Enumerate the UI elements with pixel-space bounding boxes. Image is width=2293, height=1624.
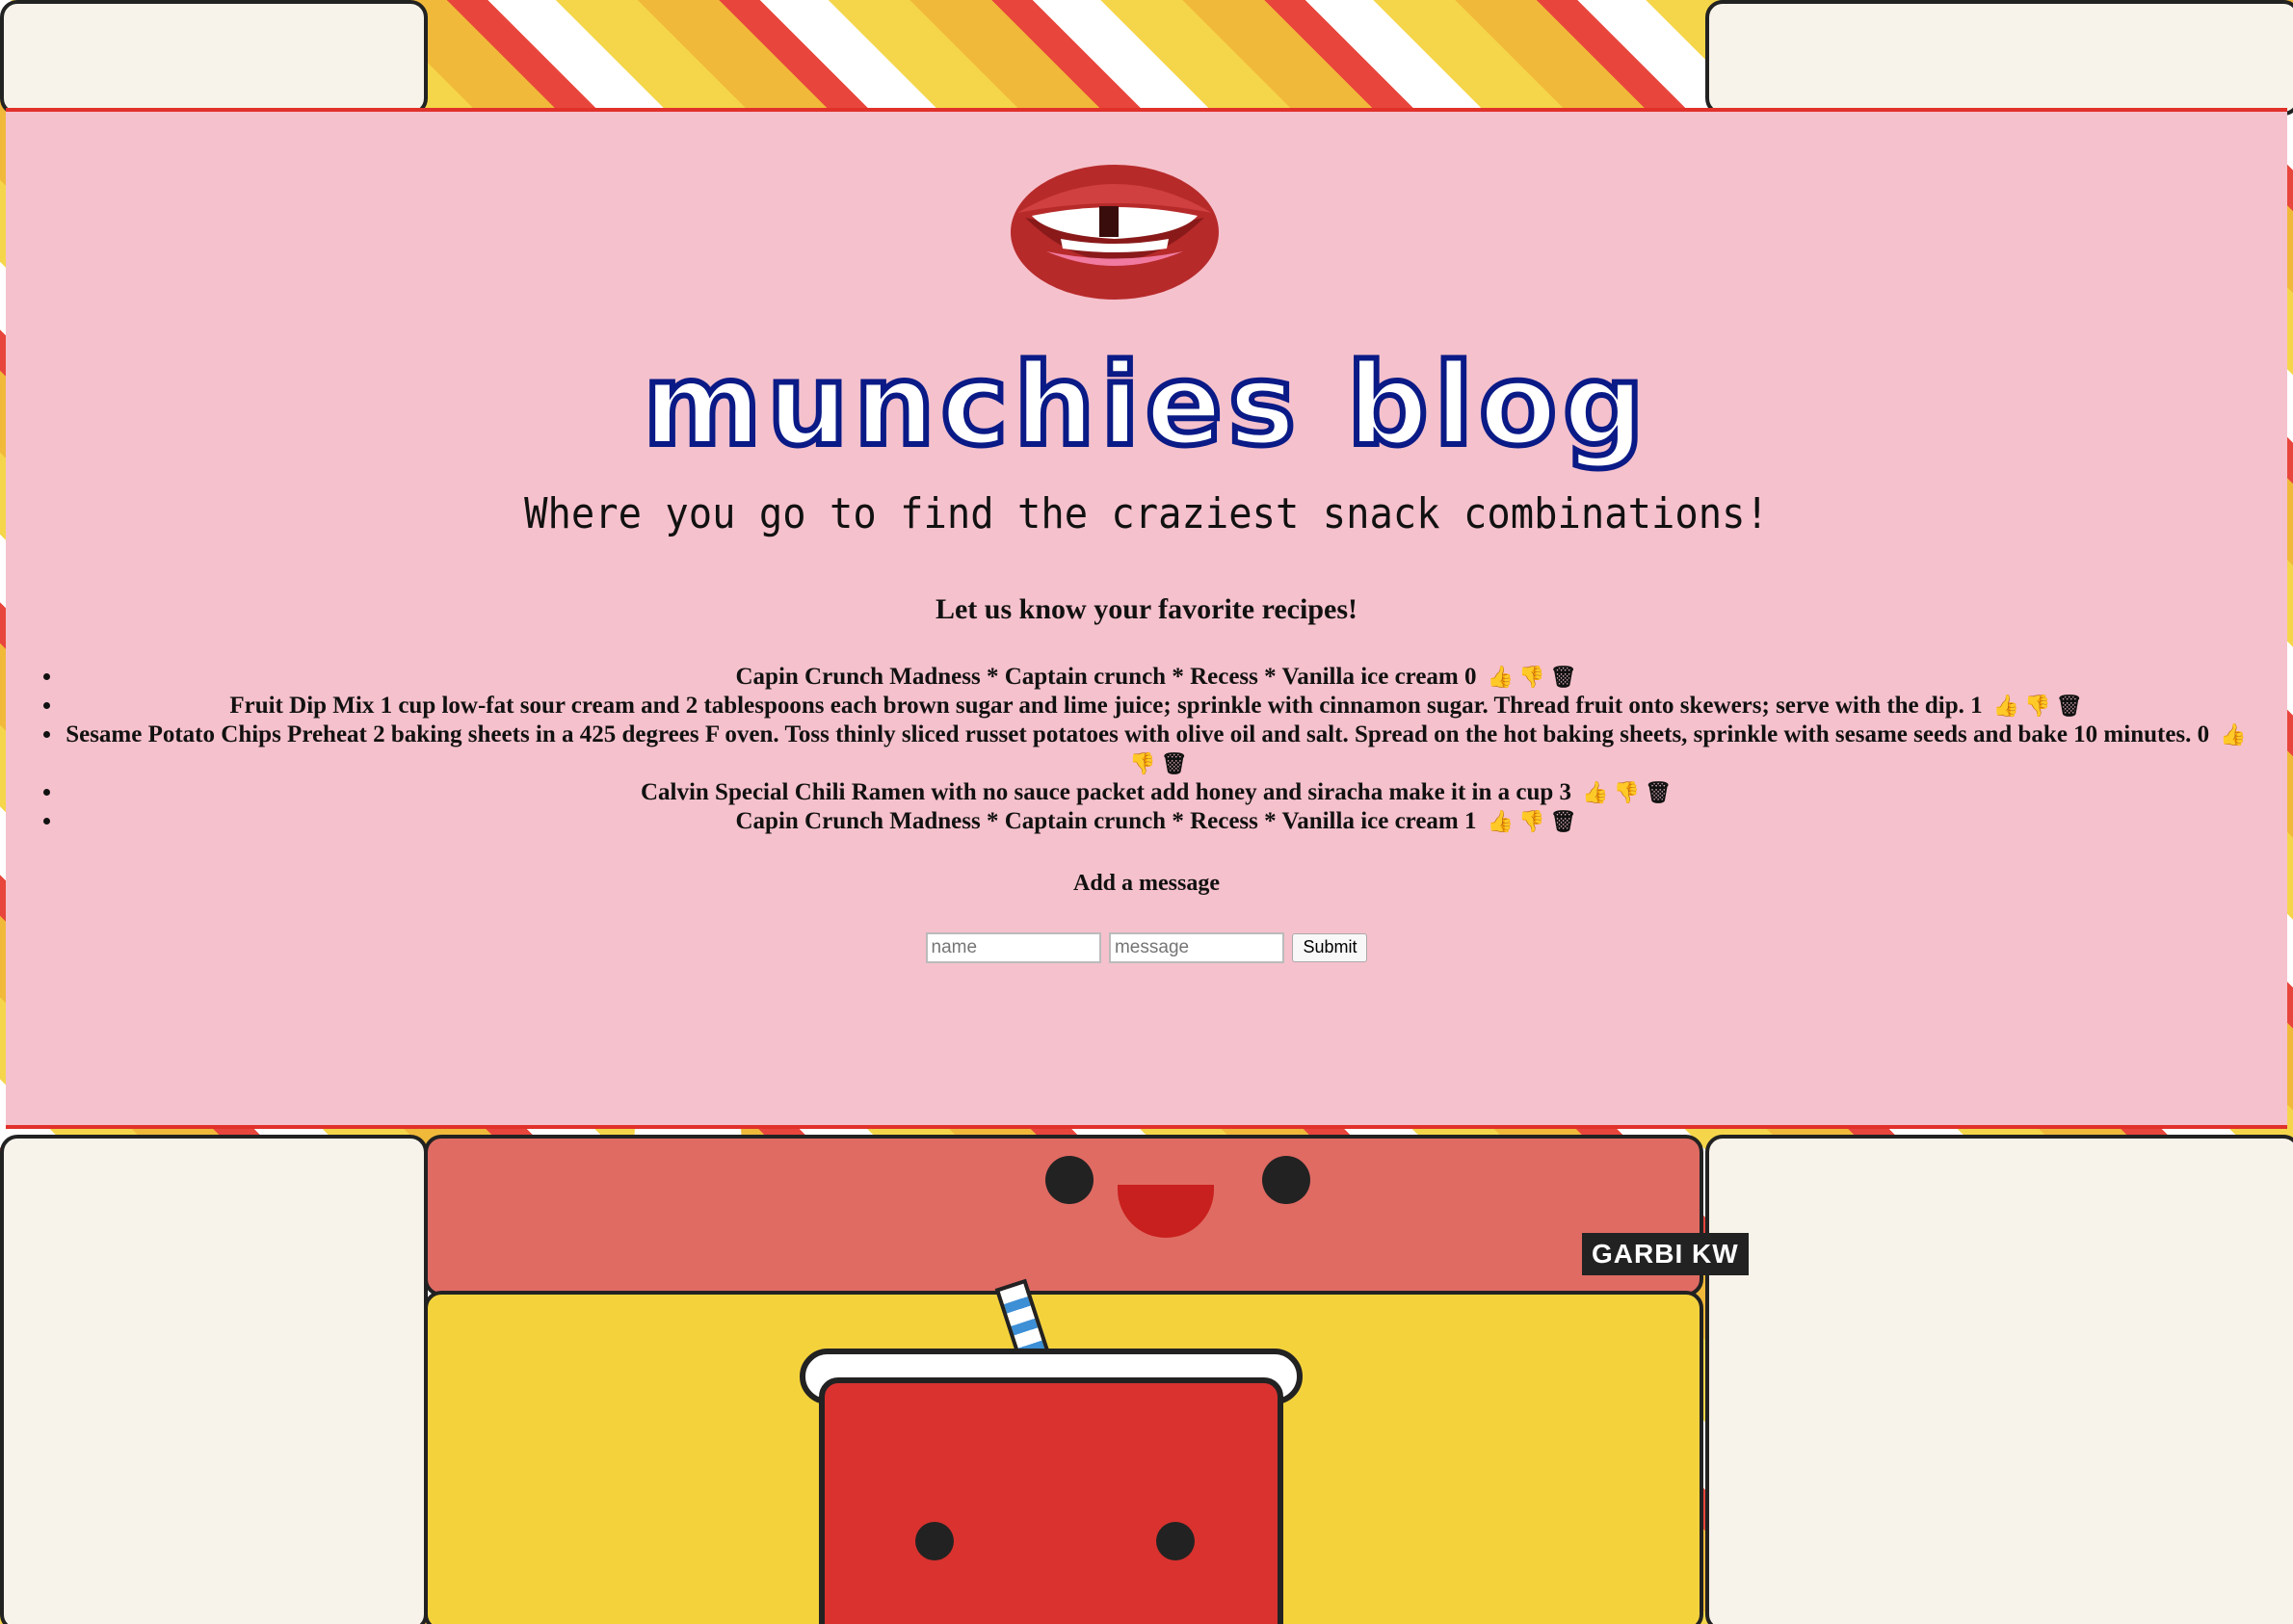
background-panel (1705, 1135, 2293, 1624)
page-subtitle: Where you go to find the craziest snack … (524, 489, 1769, 538)
submit-button[interactable]: Submit (1292, 932, 1368, 962)
recipe-text: Capin Crunch Madness * Captain crunch * … (735, 808, 1459, 834)
background-panel (1705, 0, 2293, 116)
recipe-item: Sesame Potato Chips Preheat 2 baking she… (64, 720, 2249, 778)
thumbs-down-icon[interactable]: 👎 (1518, 807, 1544, 836)
vote-count: 0 (2197, 721, 2210, 747)
cartoon-eye (915, 1522, 954, 1560)
add-message-heading: Add a message (1072, 871, 1220, 896)
thumbs-up-icon[interactable]: 👍 (1488, 663, 1514, 692)
recipe-text: Sesame Potato Chips Preheat 2 baking she… (66, 721, 2192, 747)
name-input[interactable] (925, 932, 1101, 963)
cartoon-eye (1262, 1156, 1310, 1204)
thumbs-up-icon[interactable]: 👍 (2220, 720, 2246, 749)
recipes-heading: Let us know your favorite recipes! (935, 593, 1358, 625)
recipe-item: Calvin Special Chili Ramen with no sauce… (64, 778, 2249, 807)
cartoon-eye (1045, 1156, 1094, 1204)
thumbs-up-icon[interactable]: 👍 (1582, 778, 1608, 807)
lips-logo-icon (1011, 165, 1219, 300)
thumbs-down-icon[interactable]: 👎 (2024, 692, 2050, 720)
vote-count: 0 (1464, 664, 1477, 690)
thumbs-down-icon[interactable]: 👎 (1518, 663, 1544, 692)
recipe-list: Capin Crunch Madness * Captain crunch * … (6, 663, 2287, 836)
message-input[interactable] (1108, 932, 1284, 963)
main-panel: Munchies Blog Where you go to find the c… (6, 108, 2287, 1129)
background-panel (0, 1135, 428, 1624)
vote-count: 1 (1464, 808, 1477, 834)
recipe-text: Capin Crunch Madness * Captain crunch * … (735, 664, 1459, 690)
recipe-item: Fruit Dip Mix 1 cup low-fat sour cream a… (64, 692, 2249, 720)
thumbs-up-icon[interactable]: 👍 (1993, 692, 2019, 720)
background-panel (0, 0, 428, 116)
trash-icon[interactable]: 🗑 (1645, 778, 1672, 807)
trash-icon[interactable]: 🗑 (2056, 692, 2083, 720)
watermark: GARBI KW (1582, 1233, 1749, 1275)
recipe-item: Capin Crunch Madness * Captain crunch * … (64, 663, 2249, 692)
recipe-text: Fruit Dip Mix 1 cup low-fat sour cream a… (229, 693, 1964, 719)
thumbs-up-icon[interactable]: 👍 (1488, 807, 1514, 836)
trash-icon[interactable]: 🗑 (1550, 663, 1577, 692)
page-title: Munchies Blog (640, 335, 1650, 474)
cup-graphic (819, 1377, 1283, 1624)
vote-count: 1 (1970, 693, 1983, 719)
trash-icon[interactable]: 🗑 (1550, 807, 1577, 836)
cartoon-eye (1156, 1522, 1195, 1560)
thumbs-down-icon[interactable]: 👎 (1129, 749, 1155, 778)
thumbs-down-icon[interactable]: 👎 (1614, 778, 1640, 807)
recipe-text: Calvin Special Chili Ramen with no sauce… (640, 779, 1554, 805)
recipe-item: Capin Crunch Madness * Captain crunch * … (64, 807, 2249, 836)
trash-icon[interactable]: 🗑 (1161, 749, 1188, 778)
message-form: Submit (6, 932, 2287, 963)
vote-count: 3 (1559, 779, 1572, 805)
